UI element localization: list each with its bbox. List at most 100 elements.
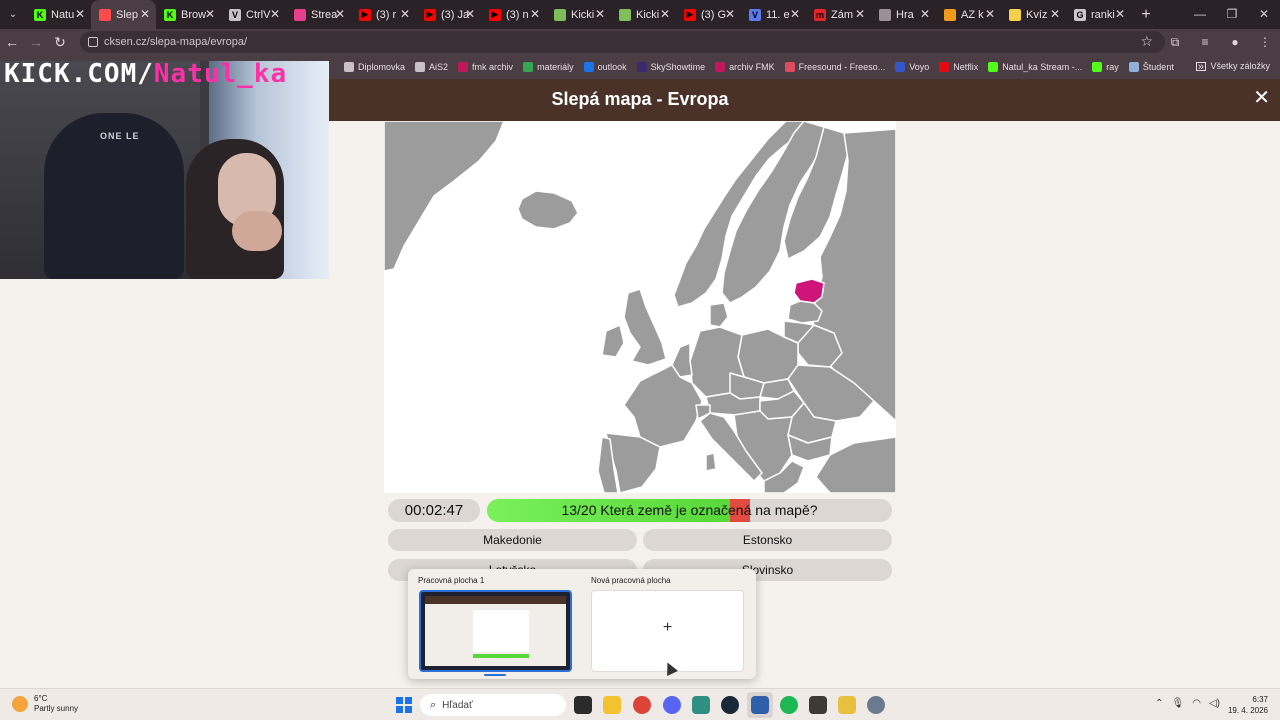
app-icon[interactable] (809, 696, 827, 714)
tab-close-icon[interactable]: ✕ (530, 7, 540, 21)
bookmark-item[interactable]: AiS2 (415, 62, 448, 72)
map-ireland (601, 324, 625, 358)
bookmark-label: materiály (537, 62, 574, 72)
app-icon[interactable] (692, 696, 710, 714)
browser-tab[interactable]: Kicki ✕ (611, 0, 676, 29)
browser-tab[interactable]: K Brow ✕ (156, 0, 221, 29)
extensions-icon[interactable]: ⧉ (1160, 29, 1190, 55)
new-tab-button[interactable]: + (1131, 6, 1161, 24)
chrome-icon[interactable] (633, 696, 651, 714)
answer-button[interactable]: Estonsko (643, 529, 892, 551)
bookmark-item[interactable]: materiály (523, 62, 574, 72)
tab-close-icon[interactable]: ✕ (920, 7, 930, 21)
browser-tab[interactable]: m Zám ✕ (806, 0, 871, 29)
tab-close-icon[interactable]: ✕ (400, 7, 410, 21)
close-icon[interactable]: ✕ (1253, 88, 1270, 108)
bookmark-favicon-icon (583, 62, 594, 72)
quiz-timer: 00:02:47 (388, 499, 480, 522)
bookmark-item[interactable]: ray (1092, 62, 1119, 72)
browser-tab[interactable]: Kicki ✕ (546, 0, 611, 29)
bookmark-star-icon[interactable]: ☆ (1140, 33, 1153, 50)
browser-tab[interactable]: AZ k ✕ (936, 0, 1001, 29)
window-close-icon[interactable]: ✕ (1248, 0, 1280, 29)
tab-favicon-icon: V (749, 8, 761, 21)
tab-close-icon[interactable]: ✕ (1050, 7, 1060, 21)
tab-close-icon[interactable]: ✕ (855, 7, 865, 21)
url-field[interactable]: cksen.cz/slepa-mapa/evropa/ ☆ (80, 31, 1165, 53)
browser-tab[interactable]: Granki ✕ (1066, 0, 1131, 29)
app-icon[interactable] (838, 696, 856, 714)
start-windows-icon[interactable] (396, 697, 412, 713)
answer-button[interactable]: Makedonie (388, 529, 637, 551)
minimize-icon[interactable]: — (1184, 0, 1216, 29)
profile-avatar[interactable]: ● (1220, 29, 1250, 55)
search-icon: ⌕ (430, 698, 437, 711)
back-icon[interactable]: ← (0, 34, 24, 50)
browser-tab[interactable]: K Natu ✕ (26, 0, 91, 29)
bookmark-item[interactable]: Diplomovka (344, 62, 405, 72)
bookmark-item[interactable]: Netflix (939, 62, 978, 72)
tab-close-icon[interactable]: ✕ (790, 7, 800, 21)
site-info-icon[interactable] (88, 37, 98, 47)
bookmark-item[interactable]: fmk archiv (458, 62, 513, 72)
bookmark-item[interactable]: Voyo (895, 62, 929, 72)
media-icon[interactable]: ≡ (1190, 29, 1220, 55)
tab-close-icon[interactable]: ✕ (75, 7, 85, 21)
tab-search-icon[interactable]: ⌄ (0, 0, 26, 29)
desktop-1-thumbnail[interactable] (419, 590, 572, 672)
bookmark-item[interactable]: outlook (583, 62, 627, 72)
tab-close-icon[interactable]: ✕ (595, 7, 605, 21)
forward-icon[interactable]: → (24, 34, 48, 50)
tab-close-icon[interactable]: ✕ (270, 7, 280, 21)
tab-close-icon[interactable]: ✕ (985, 7, 995, 21)
bookmark-item[interactable]: Freesound - Freeso... (784, 62, 885, 72)
browser-tab[interactable]: ▶ (3) r ✕ (351, 0, 416, 29)
settings-gear-icon[interactable] (867, 696, 885, 714)
browser-tab[interactable]: ▶ (3) G ✕ (676, 0, 741, 29)
new-desktop-button[interactable]: + (591, 590, 744, 672)
browser-tab[interactable]: Kvíz ✕ (1001, 0, 1066, 29)
browser-tab[interactable]: Strea ✕ (286, 0, 351, 29)
tab-close-icon[interactable]: ✕ (1115, 7, 1125, 21)
restore-icon[interactable]: ❐ (1216, 0, 1248, 29)
spotify-icon[interactable] (780, 696, 798, 714)
tab-favicon-icon (944, 8, 956, 21)
clock-time: 6:37 (1252, 695, 1268, 704)
bookmark-item[interactable]: SkyShowtime (636, 62, 705, 72)
steam-icon[interactable] (721, 696, 739, 714)
bookmark-item[interactable]: Študent (1128, 62, 1174, 72)
tab-close-icon[interactable]: ✕ (660, 7, 670, 21)
tray-expand-icon[interactable]: ⌃ (1155, 698, 1163, 709)
browser-menu-icon[interactable]: ⋮ (1250, 29, 1280, 55)
reload-icon[interactable]: ↻ (48, 34, 72, 51)
volume-icon[interactable]: ◁) (1209, 698, 1220, 709)
browser-tab[interactable]: Slep ✕ (91, 0, 156, 29)
tab-close-icon[interactable]: ✕ (725, 7, 735, 21)
bookmark-favicon-icon (939, 62, 950, 72)
tab-close-icon[interactable]: ✕ (140, 7, 150, 21)
task-view-icon[interactable] (574, 696, 592, 714)
file-explorer-icon[interactable] (603, 696, 621, 714)
bookmark-item[interactable]: Natul_ka Stream -... (988, 62, 1082, 72)
weather-widget[interactable]: 6°C Partly sunny (12, 694, 78, 714)
tab-close-icon[interactable]: ✕ (465, 7, 475, 21)
bookmark-favicon-icon (1092, 62, 1103, 72)
tab-close-icon[interactable]: ✕ (335, 7, 345, 21)
all-bookmarks-button[interactable]: Všetky záložky (1196, 61, 1270, 71)
tab-favicon-icon: ▶ (489, 8, 501, 21)
bookmark-label: Voyo (909, 62, 930, 72)
streaming-app-icon[interactable] (751, 696, 769, 714)
browser-tab[interactable]: V 11. e ✕ (741, 0, 806, 29)
wifi-icon[interactable]: ◠ (1192, 698, 1201, 709)
bookmark-item[interactable]: archiv FMK (715, 62, 775, 72)
browser-tab[interactable]: V CtrlV ✕ (221, 0, 286, 29)
microphone-icon[interactable]: 🎙 (1172, 698, 1185, 709)
clock[interactable]: 6:37 19. 4. 2026 (1228, 694, 1268, 716)
taskbar-search-input[interactable]: ⌕ Hľadať (420, 694, 566, 716)
browser-tab[interactable]: ▶ (3) Ja ✕ (416, 0, 481, 29)
discord-icon[interactable] (663, 696, 681, 714)
browser-tab[interactable]: Hra ✕ (871, 0, 936, 29)
tab-close-icon[interactable]: ✕ (205, 7, 215, 21)
browser-tab[interactable]: ▶ (3) n ✕ (481, 0, 546, 29)
map-denmark (709, 302, 729, 328)
